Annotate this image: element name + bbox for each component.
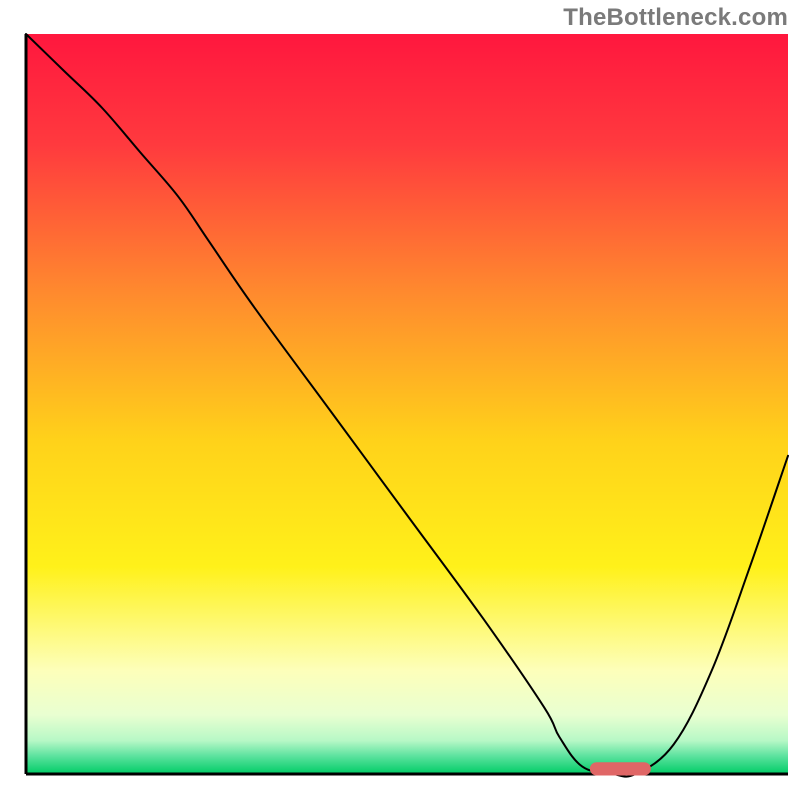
chart-container: TheBottleneck.com xyxy=(0,0,800,800)
bottleneck-chart xyxy=(0,0,800,800)
plot-background xyxy=(26,34,788,774)
watermark-text: TheBottleneck.com xyxy=(563,4,788,32)
optimal-range-marker xyxy=(590,762,651,775)
